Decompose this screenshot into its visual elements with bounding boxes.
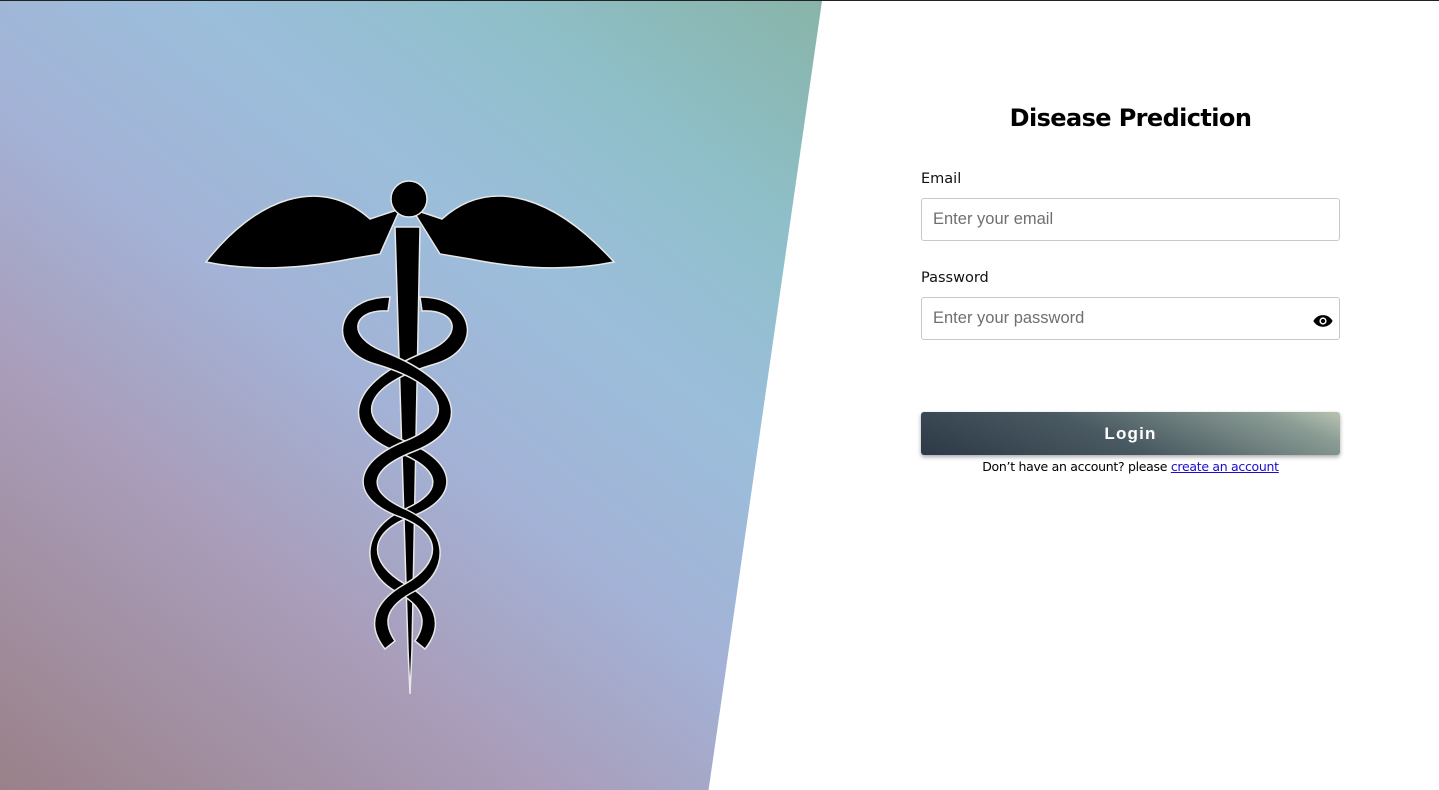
create-account-link[interactable]: create an account	[1171, 459, 1279, 474]
hero-panel	[0, 1, 822, 790]
email-field[interactable]	[921, 198, 1340, 241]
top-border	[0, 0, 1439, 1]
login-button[interactable]: Login	[921, 412, 1340, 455]
caduceus-icon	[204, 180, 616, 695]
email-label: Email	[921, 171, 962, 187]
page-title: Disease Prediction	[1009, 104, 1252, 132]
eye-icon[interactable]	[1313, 313, 1333, 329]
password-field[interactable]	[921, 297, 1340, 340]
password-label: Password	[921, 270, 989, 286]
signup-prompt: Don’t have an account? please create an …	[921, 459, 1340, 474]
signup-prompt-text: Don’t have an account? please	[982, 459, 1168, 474]
